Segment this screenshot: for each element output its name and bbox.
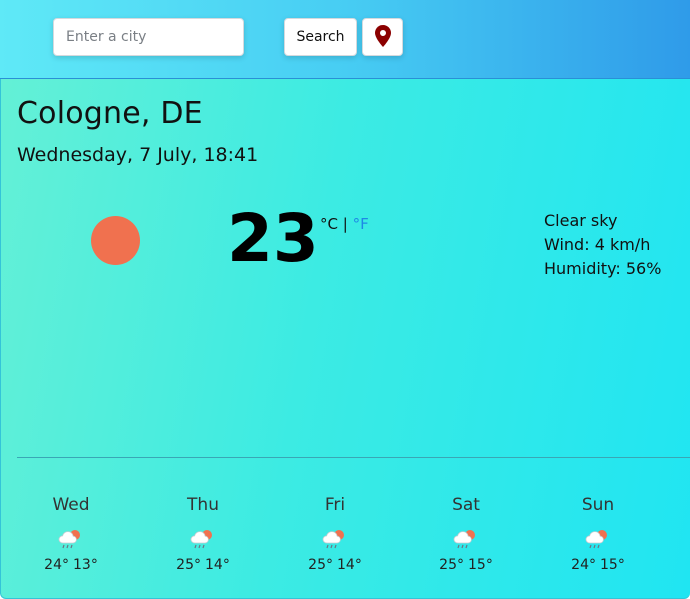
forecast-min: 14° — [205, 557, 230, 573]
forecast-temps: 24° 13° — [16, 557, 126, 573]
forecast-max: 24° — [571, 557, 596, 573]
weather-card: Cologne, DE Wednesday, 7 July, 18:41 23 … — [0, 79, 690, 599]
forecast-day: Sat 25° 15° — [411, 493, 521, 573]
search-button[interactable]: Search — [284, 18, 357, 56]
date-time: Wednesday, 7 July, 18:41 — [17, 144, 259, 166]
weather-details: Clear sky Wind: 4 km/h Humidity: 56% — [544, 209, 661, 281]
search-bar: Search — [0, 0, 690, 79]
forecast-min: 15° — [600, 557, 625, 573]
unit-separator: | — [337, 215, 353, 233]
weather-description: Clear sky — [544, 211, 618, 230]
forecast-min: 14° — [337, 557, 362, 573]
forecast-temps: 25° 14° — [280, 557, 390, 573]
humidity: Humidity: 56% — [544, 259, 662, 278]
sun-icon — [91, 216, 140, 265]
rain-cloud-sun-icon — [452, 525, 480, 553]
forecast-temps: 25° 15° — [411, 557, 521, 573]
forecast-day-name: Sun — [581, 495, 615, 515]
forecast-temps: 25° 14° — [148, 557, 258, 573]
rain-cloud-sun-icon — [321, 525, 349, 553]
unit-toggle: °C | °F — [320, 215, 369, 233]
rain-cloud-sun-icon — [57, 525, 85, 553]
forecast-day: Thu 25° 14° — [148, 493, 258, 573]
forecast-day-name: Fri — [324, 495, 346, 515]
forecast-day-name: Wed — [52, 495, 90, 515]
forecast-row: Wed 24° 13° Thu 25° 14° Fri 25° 14° Sat … — [1, 493, 690, 593]
forecast-day-name: Sat — [452, 495, 480, 515]
forecast-max: 24° — [44, 557, 69, 573]
forecast-max: 25° — [308, 557, 333, 573]
city-search-input[interactable] — [53, 18, 244, 56]
forecast-day-name: Thu — [187, 495, 219, 515]
forecast-day: Sun 24° 15° — [543, 493, 653, 573]
city-title: Cologne, DE — [17, 96, 203, 131]
current-location-button[interactable] — [362, 18, 403, 56]
forecast-day: Fri 25° 14° — [280, 493, 390, 573]
celsius-unit[interactable]: °C — [320, 215, 338, 233]
rain-cloud-sun-icon — [189, 525, 217, 553]
rain-cloud-sun-icon — [584, 525, 612, 553]
forecast-day: Wed 24° 13° — [16, 493, 126, 573]
current-temperature: 23 — [227, 200, 319, 277]
forecast-max: 25° — [176, 557, 201, 573]
forecast-temps: 24° 15° — [543, 557, 653, 573]
fahrenheit-link[interactable]: °F — [353, 215, 369, 233]
map-pin-icon — [374, 24, 391, 50]
forecast-max: 25° — [439, 557, 464, 573]
divider — [17, 457, 690, 458]
wind-speed: Wind: 4 km/h — [544, 235, 651, 254]
forecast-min: 15° — [468, 557, 493, 573]
forecast-min: 13° — [73, 557, 98, 573]
